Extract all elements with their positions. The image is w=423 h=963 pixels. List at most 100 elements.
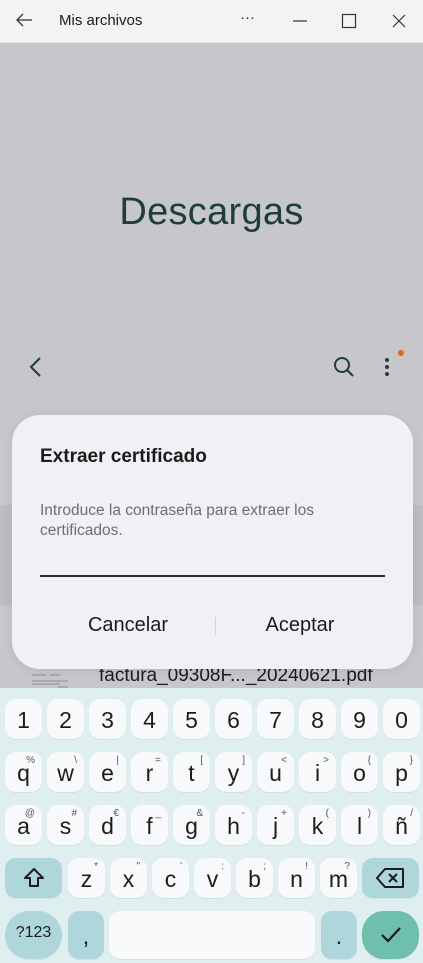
key-label: v bbox=[206, 866, 219, 892]
minimize-icon[interactable] bbox=[290, 11, 310, 31]
key-r[interactable]: r = bbox=[131, 752, 168, 792]
checkmark-icon bbox=[381, 927, 401, 943]
key-y[interactable]: y] bbox=[215, 752, 252, 792]
key-secondary-label: ) bbox=[367, 808, 371, 819]
symbols-key[interactable]: ?123 bbox=[5, 911, 62, 959]
search-icon[interactable] bbox=[332, 355, 356, 379]
key-secondary-label: [ bbox=[200, 755, 203, 766]
maximize-icon[interactable] bbox=[339, 11, 359, 31]
period-key-label: . bbox=[335, 923, 343, 949]
cancel-button[interactable]: Cancelar bbox=[48, 605, 208, 645]
accept-button[interactable]: Aceptar bbox=[220, 605, 380, 645]
key-u[interactable]: u < bbox=[257, 752, 294, 792]
key-j[interactable]: j + bbox=[257, 805, 294, 845]
key-label: h bbox=[227, 813, 240, 839]
key-secondary-label: ? bbox=[344, 861, 350, 872]
comma-key[interactable]: , bbox=[68, 911, 104, 959]
key-x[interactable]: x " bbox=[110, 858, 147, 898]
key-secondary-label: ] bbox=[242, 755, 245, 766]
key-label: o bbox=[353, 760, 366, 786]
more-vert-icon[interactable] bbox=[375, 355, 399, 379]
key-z[interactable]: z * bbox=[68, 858, 105, 898]
key-secondary-label: : bbox=[221, 861, 224, 872]
extract-certificate-dialog: Extraer certificado Introduce la contras… bbox=[12, 415, 413, 669]
space-key[interactable] bbox=[109, 911, 315, 959]
key-p[interactable]: p} bbox=[383, 752, 420, 792]
window-title-bar: Mis archivos ··· bbox=[0, 0, 423, 43]
key-secondary-label: # bbox=[71, 808, 77, 819]
key-label: 2 bbox=[59, 707, 72, 733]
key-label: n bbox=[290, 866, 303, 892]
key-0[interactable]: 0 bbox=[383, 699, 420, 739]
key-1[interactable]: 1 bbox=[5, 699, 42, 739]
key-c[interactable]: c ' bbox=[152, 858, 189, 898]
key-secondary-label: " bbox=[136, 861, 140, 872]
key-label: k bbox=[311, 813, 324, 839]
key-4[interactable]: 4 bbox=[131, 699, 168, 739]
key-s[interactable]: s # bbox=[47, 805, 84, 845]
key-ñ[interactable]: ñ / bbox=[383, 805, 420, 845]
more-options-icon[interactable]: ··· bbox=[240, 9, 260, 29]
key-d[interactable]: d € bbox=[89, 805, 126, 845]
key-secondary-label: + bbox=[281, 808, 287, 819]
key-label: x bbox=[122, 866, 135, 892]
key-7[interactable]: 7 bbox=[257, 699, 294, 739]
period-key[interactable]: . bbox=[321, 911, 357, 959]
key-n[interactable]: n! bbox=[278, 858, 315, 898]
notification-dot bbox=[398, 350, 404, 356]
key-b[interactable]: b; bbox=[236, 858, 273, 898]
key-label: 3 bbox=[101, 707, 114, 733]
key-l[interactable]: l) bbox=[341, 805, 378, 845]
key-label: e bbox=[101, 760, 114, 786]
key-9[interactable]: 9 bbox=[341, 699, 378, 739]
key-secondary-label: _ bbox=[155, 808, 161, 819]
on-screen-keyboard: 1234567890 q% w \ e | r = t[y] u < i > o{p} a @ s # d € f _… bbox=[0, 688, 423, 963]
dialog-title: Extraer certificado bbox=[40, 446, 207, 467]
key-label: p bbox=[395, 760, 408, 786]
key-f[interactable]: f _ bbox=[131, 805, 168, 845]
shift-arrow-icon bbox=[24, 868, 44, 887]
key-e[interactable]: e | bbox=[89, 752, 126, 792]
key-secondary-label: > bbox=[323, 755, 329, 766]
key-a[interactable]: a @ bbox=[5, 805, 42, 845]
key-label: t bbox=[188, 760, 195, 786]
key-label: l bbox=[356, 813, 363, 839]
back-arrow-icon[interactable] bbox=[14, 10, 34, 30]
key-2[interactable]: 2 bbox=[47, 699, 84, 739]
key-k[interactable]: k( bbox=[299, 805, 336, 845]
key-o[interactable]: o{ bbox=[341, 752, 378, 792]
key-label: z bbox=[80, 866, 93, 892]
key-label: y bbox=[227, 760, 240, 786]
key-label: 6 bbox=[227, 707, 240, 733]
shift-key[interactable] bbox=[5, 858, 62, 898]
key-secondary-label: ; bbox=[263, 861, 266, 872]
key-t[interactable]: t[ bbox=[173, 752, 210, 792]
key-label: g bbox=[185, 813, 198, 839]
symbols-key-label: ?123 bbox=[15, 924, 52, 941]
key-label: 7 bbox=[269, 707, 282, 733]
key-5[interactable]: 5 bbox=[173, 699, 210, 739]
backspace-key[interactable] bbox=[362, 858, 419, 898]
key-label: d bbox=[101, 813, 114, 839]
key-label: 8 bbox=[311, 707, 324, 733]
comma-key-label: , bbox=[82, 923, 90, 949]
key-i[interactable]: i > bbox=[299, 752, 336, 792]
key-m[interactable]: m? bbox=[320, 858, 357, 898]
key-w[interactable]: w \ bbox=[47, 752, 84, 792]
key-label: b bbox=[248, 866, 261, 892]
close-icon[interactable] bbox=[389, 11, 409, 31]
key-secondary-label: € bbox=[113, 808, 119, 819]
key-3[interactable]: 3 bbox=[89, 699, 126, 739]
key-v[interactable]: v: bbox=[194, 858, 231, 898]
key-q[interactable]: q% bbox=[5, 752, 42, 792]
enter-key[interactable] bbox=[362, 911, 419, 959]
key-label: f bbox=[146, 813, 153, 839]
key-6[interactable]: 6 bbox=[215, 699, 252, 739]
password-input[interactable] bbox=[40, 553, 385, 577]
key-8[interactable]: 8 bbox=[299, 699, 336, 739]
chevron-left-icon[interactable] bbox=[25, 355, 49, 379]
button-divider bbox=[215, 617, 216, 635]
key-h[interactable]: h- bbox=[215, 805, 252, 845]
key-secondary-label: = bbox=[155, 755, 161, 766]
key-g[interactable]: g & bbox=[173, 805, 210, 845]
